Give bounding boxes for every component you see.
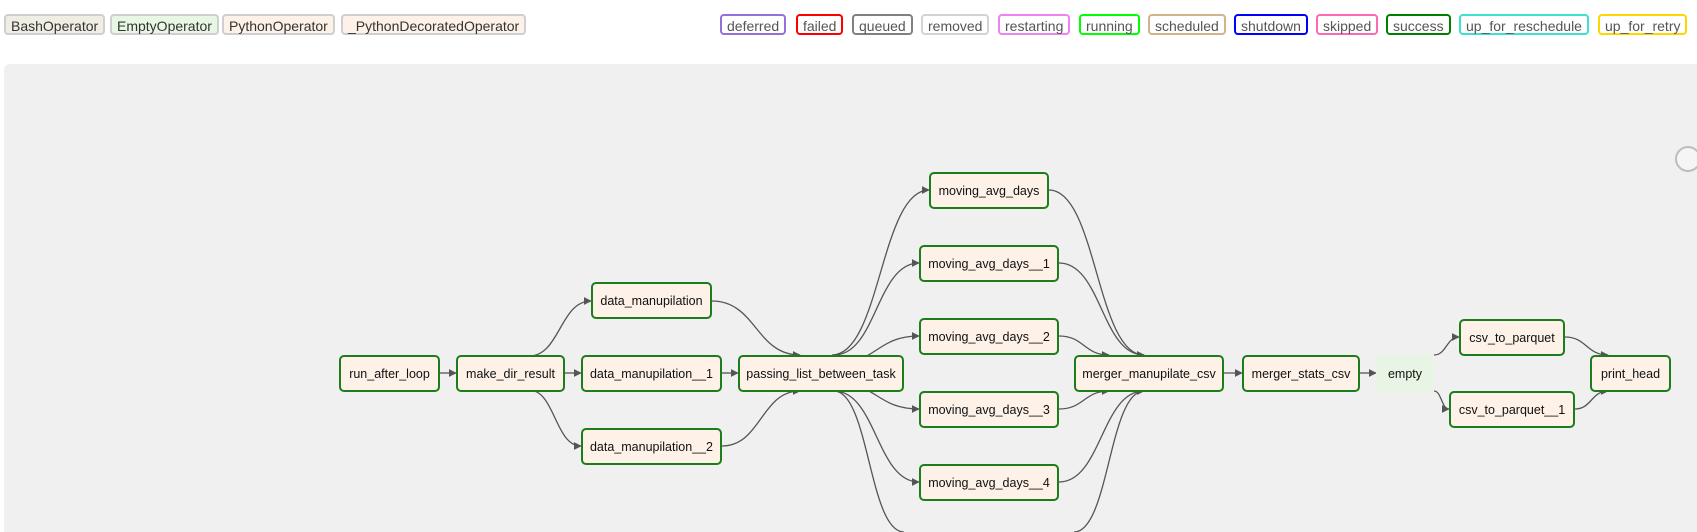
state-tag-removed[interactable]: removed: [921, 14, 990, 35]
dag-edges: [440, 186, 1609, 532]
task-node-csv-to-parquet[interactable]: csv_to_parquet: [1459, 319, 1565, 356]
dag-edge: [1564, 336, 1609, 359]
task-node-merger-manupilate-csv[interactable]: merger_manupilate_csv: [1074, 355, 1224, 392]
state-tag-scheduled[interactable]: scheduled: [1148, 14, 1226, 35]
task-node-print-head[interactable]: print_head: [1590, 355, 1671, 392]
dag-edge: [1058, 262, 1145, 359]
task-node-run-after-loop[interactable]: run_after_loop: [339, 355, 440, 392]
task-node-passing-list-between-task[interactable]: passing_list_between_task: [738, 355, 904, 392]
dag-edge: [1433, 333, 1460, 356]
task-node-data-manupilation-1[interactable]: data_manupilation__1: [581, 355, 722, 392]
state-tag-up-for-reschedule[interactable]: up_for_reschedule: [1459, 14, 1589, 35]
dag-graph-canvas[interactable]: run_after_loop make_dir_result data_manu…: [4, 64, 1697, 532]
state-tag-up-for-retry[interactable]: up_for_retry: [1598, 14, 1688, 35]
state-tag-shutdown[interactable]: shutdown: [1234, 14, 1308, 35]
dag-edge: [1048, 189, 1145, 359]
state-tag-success[interactable]: success: [1386, 14, 1451, 35]
state-tag-skipped[interactable]: skipped: [1316, 14, 1379, 35]
dag-edge: [1058, 387, 1110, 410]
dag-edge: [833, 390, 905, 532]
task-node-moving-avg-days[interactable]: moving_avg_days: [929, 172, 1049, 209]
state-tag-running[interactable]: running: [1079, 14, 1140, 35]
dag-edge: [833, 259, 920, 356]
dag-edge: [711, 300, 801, 359]
dag-edge: [1073, 387, 1145, 532]
state-tag-queued[interactable]: queued: [852, 14, 913, 35]
task-node-moving-avg-days-1[interactable]: moving_avg_days__1: [919, 245, 1059, 282]
task-node-make-dir-result[interactable]: make_dir_result: [456, 355, 565, 392]
dag-edge: [528, 389, 582, 450]
dag-edge: [1058, 335, 1110, 359]
dag-edge: [833, 390, 920, 486]
task-node-moving-avg-days-2[interactable]: moving_avg_days__2: [919, 318, 1059, 355]
dag-edge: [528, 297, 592, 357]
task-node-csv-to-parquet-1[interactable]: csv_to_parquet__1: [1449, 391, 1575, 428]
operator-tag-empty[interactable]: EmptyOperator: [110, 14, 219, 35]
task-node-merger-stats-csv[interactable]: merger_stats_csv: [1242, 355, 1360, 392]
state-tag-deferred[interactable]: deferred: [720, 14, 787, 35]
task-node-moving-avg-days-3[interactable]: moving_avg_days__3: [919, 391, 1059, 428]
dag-edge: [1058, 387, 1145, 483]
dag-edge: [721, 387, 801, 447]
task-node-moving-avg-days-4[interactable]: moving_avg_days__4: [919, 464, 1059, 501]
state-tag-restarting[interactable]: restarting: [998, 14, 1071, 35]
operator-tag-python-decorated[interactable]: _PythonDecoratedOperator: [341, 14, 527, 35]
graph-toggle-button[interactable]: [1675, 146, 1697, 172]
task-node-data-manupilation-2[interactable]: data_manupilation__2: [581, 428, 722, 465]
operator-tag-bash[interactable]: BashOperator: [4, 14, 106, 35]
task-node-data-manupilation[interactable]: data_manupilation: [591, 282, 712, 319]
operator-tag-python[interactable]: PythonOperator: [222, 14, 335, 35]
state-tag-failed[interactable]: failed: [796, 14, 844, 35]
dag-edge: [831, 186, 930, 356]
task-node-empty[interactable]: empty: [1376, 355, 1434, 392]
dag-edge: [1574, 387, 1609, 410]
dag-edge: [1433, 390, 1450, 413]
